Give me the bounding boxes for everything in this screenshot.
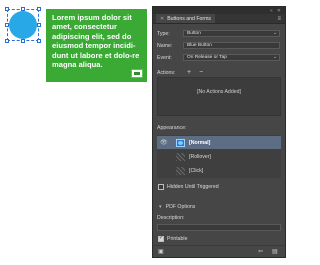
name-label: Name: [157,43,173,49]
panel-tab-row: ✕ Buttons and Forms ≡ [153,14,285,24]
state-thumbnail [176,166,185,175]
blue-button-object[interactable] [5,7,41,43]
actions-list[interactable]: [No Actions Added] [157,77,281,116]
appearance-state-normal[interactable]: 👁 [Normal] [157,136,281,149]
actions-empty-text: [No Actions Added] [197,89,241,95]
selection-handle[interactable] [5,23,9,27]
close-tab-icon[interactable]: ✕ [160,16,164,22]
chevron-down-icon: ⌄ [272,31,277,36]
remove-action-icon[interactable]: − [199,69,203,76]
hidden-until-triggered-row: Hidden Until Triggered [153,184,285,192]
appearance-state-click[interactable]: [Click] [157,164,281,177]
panel-topbar: « ✕ [153,7,285,14]
green-text-frame[interactable]: Lorem ipsum dolor sit amet, consectetur … [46,9,147,82]
preview-icon[interactable]: ▣ [158,249,165,255]
printable-label: Printable [167,236,188,242]
description-label: Description: [157,215,185,221]
close-panel-icon[interactable]: ✕ [277,8,281,14]
printable-checkbox[interactable] [158,235,164,242]
description-field[interactable] [157,224,281,231]
tab-buttons-and-forms[interactable]: ✕ Buttons and Forms [156,14,216,23]
selection-handle[interactable] [37,23,41,27]
event-label: Event: [157,55,172,61]
name-value: Blue Button [187,43,212,48]
chevron-down-icon: ⌄ [272,55,277,60]
name-field[interactable]: Blue Button [183,42,280,49]
convert-to-object-icon[interactable]: ⇦ [258,249,265,255]
add-action-icon[interactable]: + [187,69,191,76]
hidden-until-triggered-checkbox[interactable] [158,184,164,190]
type-label: Type: [157,31,170,37]
printable-row: Printable [153,235,285,244]
buttons-and-forms-panel: « ✕ ✕ Buttons and Forms ≡ Type: Button ⌄… [152,6,286,258]
selection-handle[interactable] [21,7,25,11]
chevron-down-icon: ▾ [159,204,162,210]
panel-menu-icon[interactable]: ≡ [277,14,281,23]
appearance-label: Appearance: [157,125,187,131]
state-thumbnail [176,152,185,161]
selection-handle[interactable] [21,39,25,43]
pdf-options-toggle[interactable]: ▾ PDF Options [159,204,195,210]
state-label: [Click] [189,167,204,174]
interactive-object-icon [131,69,143,78]
delete-icon[interactable]: ▤ [272,249,279,255]
type-dropdown[interactable]: Button ⌄ [183,30,280,37]
collapse-icon[interactable]: « [270,8,273,14]
tab-title: Buttons and Forms [167,15,212,22]
actions-toolbar: + − [187,69,203,76]
appearance-state-rollover[interactable]: [Rollover] [157,150,281,163]
selection-handle[interactable] [5,7,9,11]
eye-icon[interactable]: 👁 [160,139,168,146]
event-dropdown[interactable]: On Release or Tap ⌄ [183,54,280,61]
actions-label: Actions: [157,70,176,76]
selection-handle[interactable] [37,7,41,11]
hidden-until-triggered-label: Hidden Until Triggered [167,184,219,190]
blue-circle [9,11,37,39]
type-value: Button [187,31,201,36]
event-value: On Release or Tap [187,55,227,60]
state-thumbnail [176,138,185,147]
selection-handle[interactable] [5,39,9,43]
state-label: [Normal] [189,139,211,146]
appearance-list: 👁 [Normal] [Rollover] [Click] [157,135,281,178]
panel-bottom-bar: ▣ ⇦ ▤ [153,245,285,257]
selection-handle[interactable] [37,39,41,43]
state-label: [Rollover] [189,153,211,160]
green-frame-text: Lorem ipsum dolor sit amet, consectetur … [52,13,140,70]
pdf-options-label: PDF Options [165,204,196,210]
